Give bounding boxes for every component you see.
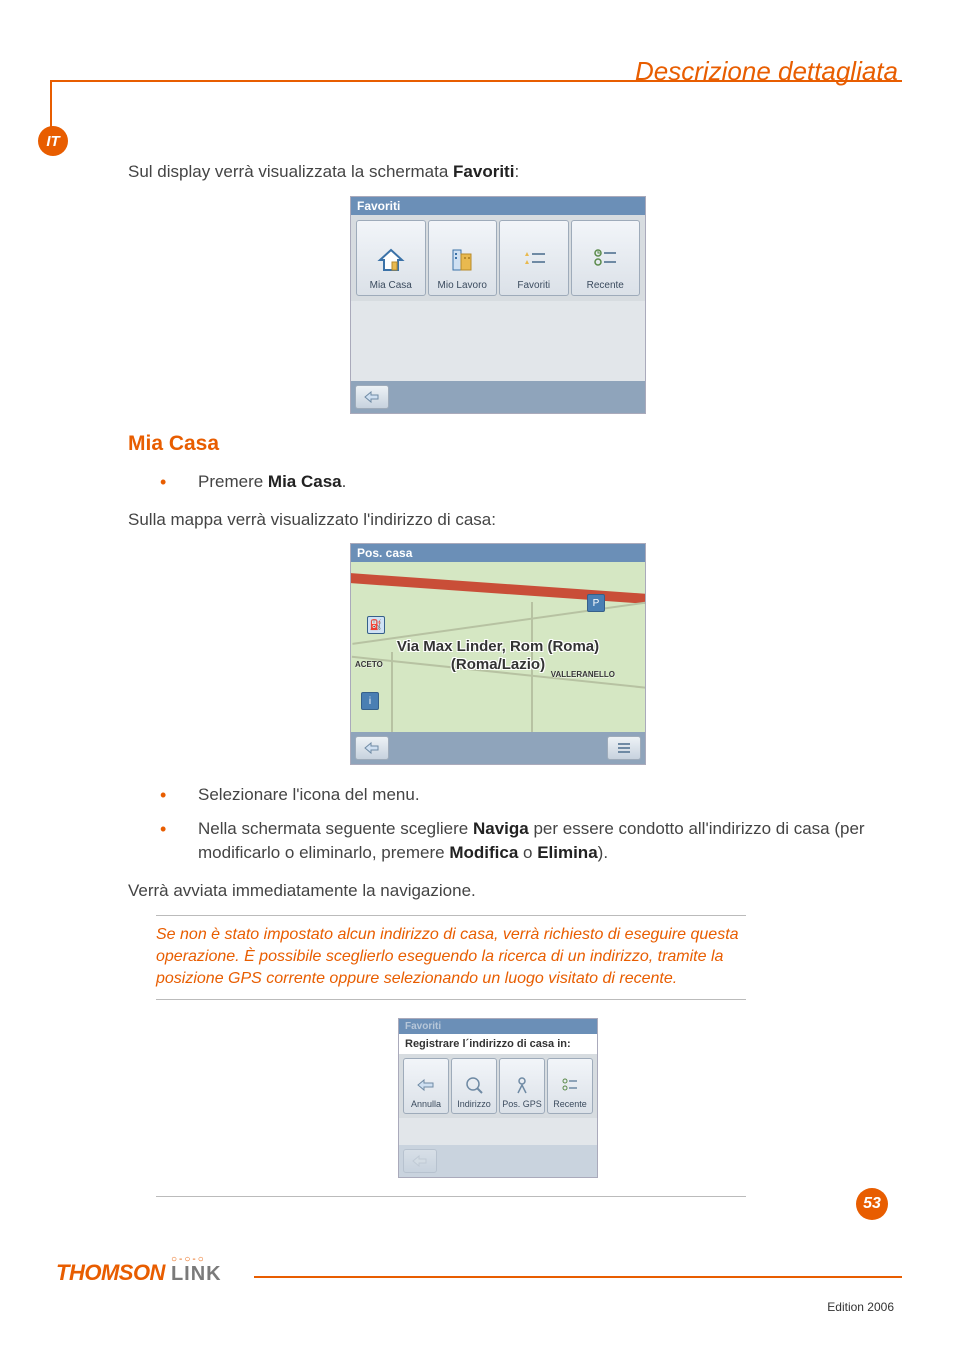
bullet-text: .	[342, 472, 347, 491]
fav-item-recente[interactable]: Recente	[571, 220, 641, 296]
fav-item-mia-casa[interactable]: Mia Casa	[356, 220, 426, 296]
intro-prefix: Sul display verrà visualizzata la scherm…	[128, 162, 453, 181]
back-button[interactable]	[355, 385, 389, 409]
reg-item-annulla[interactable]: Annulla	[403, 1058, 449, 1114]
back-button[interactable]	[355, 736, 389, 760]
brand-link: ○-○-○ LINK	[171, 1254, 222, 1286]
register-grid: Annulla Indirizzo Pos. GPS Recente	[399, 1054, 597, 1118]
edition-text: Edition 2006	[827, 1300, 894, 1314]
fav-label: Mio Lavoro	[438, 280, 487, 291]
reg-label: Indirizzo	[457, 1099, 491, 1109]
work-icon	[447, 244, 477, 274]
register-prompt: Registrare l´indirizzo di casa in:	[399, 1034, 597, 1054]
back-arrow-icon	[415, 1074, 437, 1096]
register-bottombar	[399, 1145, 597, 1177]
map-area[interactable]: ⛽ P i ACETO VALLERANELLO Via Max Linder,…	[351, 562, 645, 740]
content-area: Sul display verrà visualizzata la scherm…	[128, 160, 868, 1197]
bullet-bold: Elimina	[537, 843, 597, 862]
page-header: Descrizione dettagliata	[635, 56, 898, 87]
reg-label: Pos. GPS	[502, 1099, 542, 1109]
map-bottombar	[351, 732, 645, 764]
parking-poi-icon: P	[587, 594, 605, 612]
gps-person-icon	[511, 1074, 533, 1096]
bullet-bold: Mia Casa	[268, 472, 342, 491]
map-screenshot: Pos. casa ⛽ P i ACETO VALLERANELLO Via M…	[350, 543, 646, 765]
favoriti-bottombar	[351, 381, 645, 413]
globe-search-icon	[463, 1074, 485, 1096]
bullet-bold: Naviga	[473, 819, 529, 838]
reg-item-pos-gps[interactable]: Pos. GPS	[499, 1058, 545, 1114]
fav-label: Recente	[587, 280, 624, 291]
note-text: Se non è stato impostato alcun indirizzo…	[156, 924, 746, 991]
intro-suffix: :	[514, 162, 519, 181]
favoriti-grid: Mia Casa Mio Lavoro Favoriti Recente	[351, 215, 645, 301]
brand-link-text: LINK	[171, 1263, 222, 1286]
brand-thomson: THOMSON	[56, 1260, 165, 1286]
map-titlebar: Pos. casa	[351, 544, 645, 562]
bullet-text: Premere	[198, 472, 268, 491]
reg-label: Recente	[553, 1099, 587, 1109]
bullet-naviga: Nella schermata seguente scegliere Navig…	[160, 817, 868, 865]
bullet-text: ).	[598, 843, 608, 862]
recent-list-icon	[590, 244, 620, 274]
register-titlebar: Favoriti	[399, 1019, 597, 1034]
register-screenshot: Favoriti Registrare l´indirizzo di casa …	[398, 1018, 598, 1178]
favoriti-titlebar: Favoriti	[351, 197, 645, 215]
bullet-text: o	[518, 843, 537, 862]
bottom-rule	[156, 1196, 746, 1197]
brand-logo: THOMSON ○-○-○ LINK	[56, 1254, 222, 1286]
note-box: Se non è stato impostato alcun indirizzo…	[156, 915, 746, 1000]
fav-label: Mia Casa	[370, 280, 412, 291]
section-heading: Mia Casa	[128, 432, 868, 456]
fav-item-favoriti[interactable]: Favoriti	[499, 220, 569, 296]
fuel-poi-icon: ⛽	[367, 616, 385, 634]
map-address-label: Via Max Linder, Rom (Roma) (Roma/Lazio)	[351, 638, 645, 674]
footer-rule	[254, 1276, 902, 1278]
language-badge: IT	[38, 126, 68, 156]
favoriti-screenshot: Favoriti Mia Casa Mio Lavoro Favoriti	[350, 196, 646, 414]
map-address-line2: (Roma/Lazio)	[351, 656, 645, 674]
after-nav-paragraph: Verrà avviata immediatamente la navigazi…	[128, 879, 868, 903]
recent-list-icon	[559, 1074, 581, 1096]
header-rule	[50, 80, 902, 82]
info-poi-icon: i	[361, 692, 379, 710]
map-address-line1: Via Max Linder, Rom (Roma)	[351, 638, 645, 656]
map-intro: Sulla mappa verrà visualizzato l'indiriz…	[128, 508, 868, 532]
star-list-icon	[519, 244, 549, 274]
home-icon	[376, 244, 406, 274]
page-number-badge: 53	[856, 1188, 888, 1220]
bullet-bold: Modifica	[449, 843, 518, 862]
back-button-disabled	[403, 1149, 437, 1173]
menu-button[interactable]	[607, 736, 641, 760]
bullet-press: Premere Mia Casa.	[160, 470, 868, 494]
reg-label: Annulla	[411, 1099, 441, 1109]
bullet-text: Nella schermata seguente scegliere	[198, 819, 473, 838]
intro-bold: Favoriti	[453, 162, 514, 181]
intro-paragraph: Sul display verrà visualizzata la scherm…	[128, 160, 868, 184]
fav-item-mio-lavoro[interactable]: Mio Lavoro	[428, 220, 498, 296]
reg-item-indirizzo[interactable]: Indirizzo	[451, 1058, 497, 1114]
fav-label: Favoriti	[517, 280, 550, 291]
bullet-select-menu: Selezionare l'icona del menu.	[160, 783, 868, 807]
reg-item-recente[interactable]: Recente	[547, 1058, 593, 1114]
